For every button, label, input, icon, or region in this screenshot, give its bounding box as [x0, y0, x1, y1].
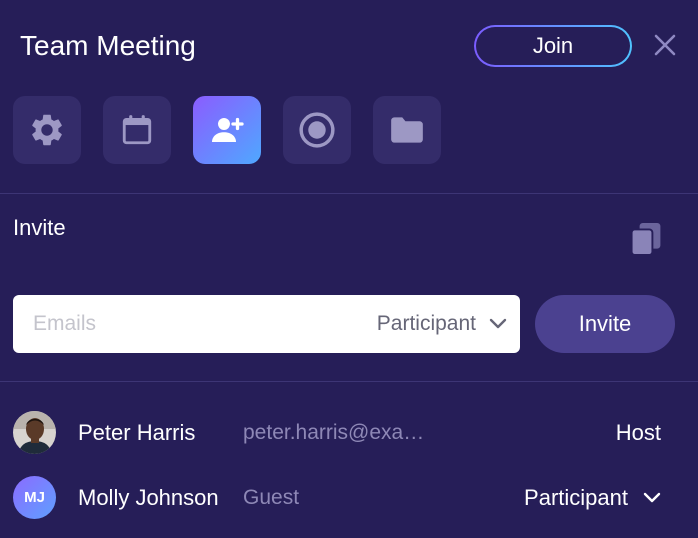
member-role-select[interactable]: Participant — [524, 482, 662, 514]
close-button[interactable] — [650, 30, 680, 60]
avatar: MJ — [13, 476, 56, 519]
member-row: MJ Molly Johnson Guest Participant — [0, 473, 698, 523]
copy-link-button[interactable] — [628, 220, 664, 258]
record-icon — [299, 112, 335, 148]
member-role: Participant — [524, 485, 628, 510]
member-status: Guest — [243, 486, 300, 509]
tool-files[interactable] — [373, 96, 441, 164]
folder-icon — [391, 117, 423, 143]
tool-settings[interactable] — [13, 96, 81, 164]
calendar-icon — [122, 115, 152, 145]
join-button[interactable]: Join — [474, 25, 632, 67]
invite-form: Participant — [13, 295, 520, 353]
invite-role-value: Participant — [376, 312, 476, 335]
avatar — [13, 411, 56, 454]
member-name: Peter Harris — [78, 420, 196, 445]
tool-invite[interactable] — [193, 96, 261, 164]
member-email: peter.harris@exa… — [243, 421, 425, 444]
toolbar — [13, 96, 441, 164]
divider-top — [0, 193, 698, 194]
chevron-down-icon — [489, 318, 507, 329]
header: Team Meeting Join — [0, 0, 698, 92]
add-user-icon — [212, 117, 244, 142]
invite-button[interactable]: Invite — [535, 295, 675, 353]
member-row: Peter Harris peter.harris@exa… Host — [0, 408, 698, 458]
gear-icon — [32, 114, 62, 146]
tool-calendar[interactable] — [103, 96, 171, 164]
email-input[interactable] — [13, 295, 343, 353]
page-title: Team Meeting — [20, 30, 196, 61]
member-name: Molly Johnson — [78, 485, 219, 510]
close-icon — [654, 34, 676, 56]
member-role: Host — [615, 420, 661, 445]
chevron-down-icon — [643, 492, 661, 503]
tool-record[interactable] — [283, 96, 351, 164]
invite-section-label: Invite — [13, 215, 66, 240]
divider-bottom — [0, 381, 698, 382]
copy-icon — [630, 223, 661, 256]
invite-role-select[interactable]: Participant — [377, 295, 508, 353]
